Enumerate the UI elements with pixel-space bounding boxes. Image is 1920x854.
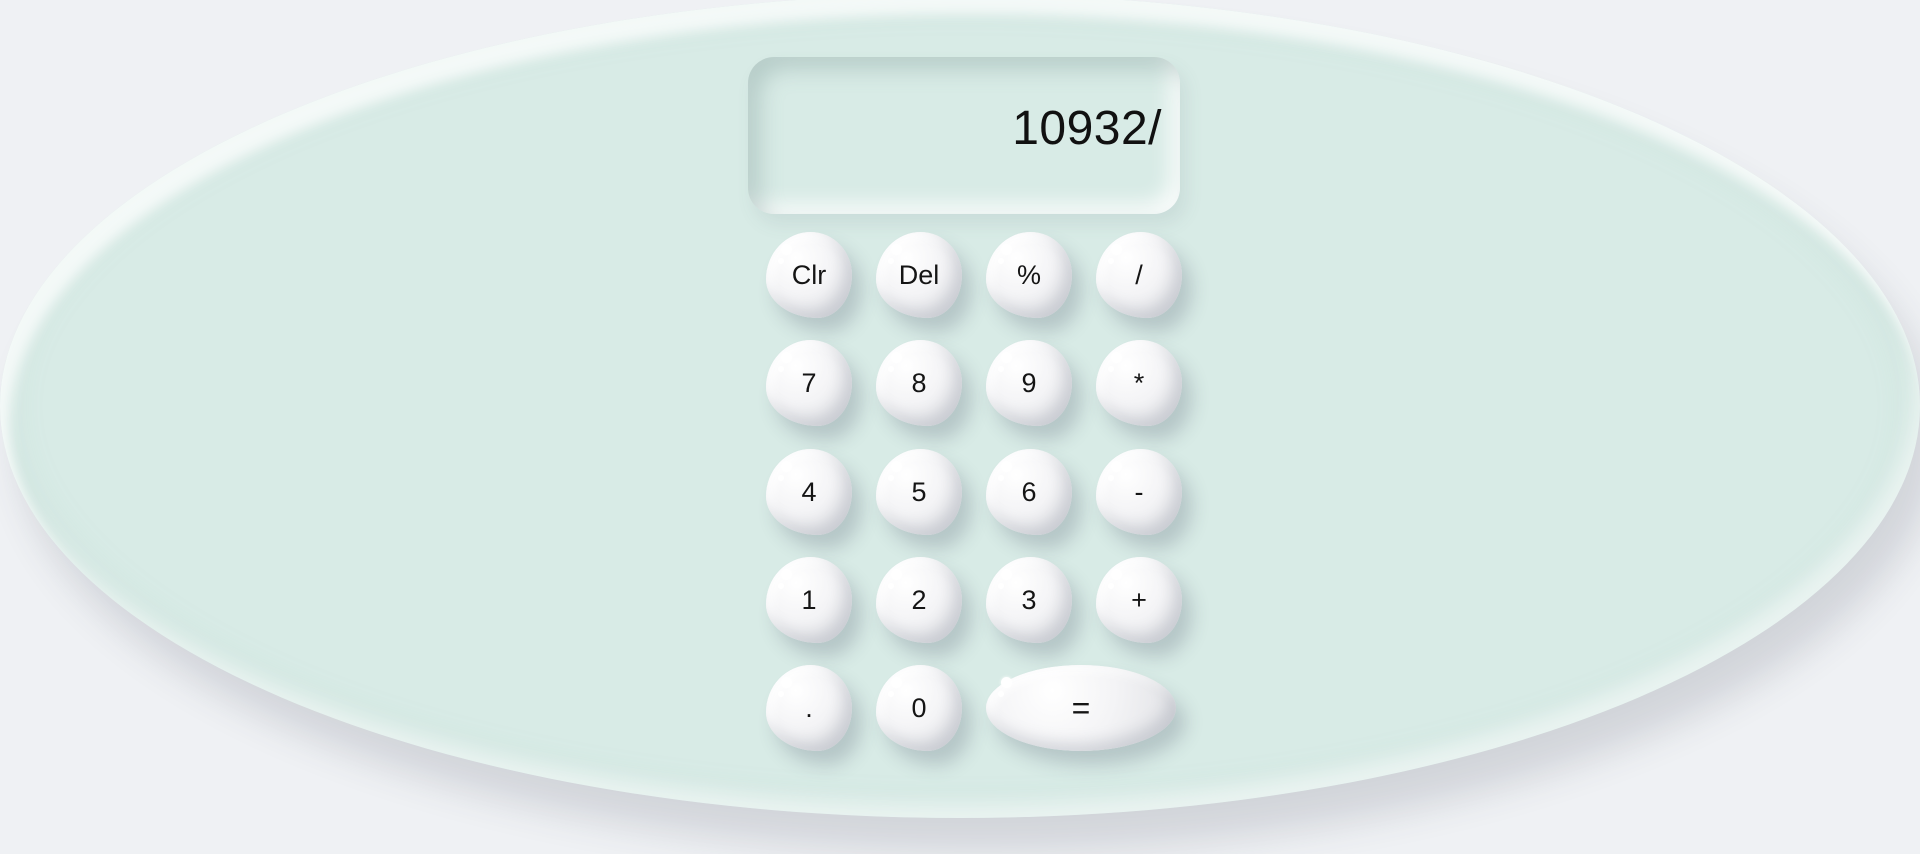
percent-button[interactable]: % (986, 232, 1072, 318)
calculator-display: 10932/ (748, 57, 1180, 214)
clear-button[interactable]: Clr (766, 232, 852, 318)
key-label: 8 (911, 367, 927, 398)
highlight-glint (888, 461, 904, 483)
key-label: Clr (791, 259, 827, 290)
divide-button[interactable]: / (1096, 232, 1182, 318)
key-label: 6 (1021, 476, 1037, 507)
key-label: 7 (801, 367, 817, 398)
subtract-button[interactable]: - (1096, 449, 1182, 535)
digit-1-button[interactable]: 1 (766, 557, 852, 643)
key-label: * (1133, 367, 1145, 398)
highlight-glint (888, 677, 904, 699)
digit-4-button[interactable]: 4 (766, 449, 852, 535)
decimal-point-button[interactable]: . (766, 665, 852, 751)
key-label: 9 (1021, 367, 1037, 398)
key-label: 3 (1021, 584, 1037, 615)
key-label: 5 (911, 476, 927, 507)
key-label: = (1071, 689, 1091, 726)
key-label: . (805, 692, 813, 723)
highlight-glint (998, 569, 1014, 591)
key-label: 4 (801, 476, 817, 507)
highlight-glint (998, 352, 1014, 374)
delete-button[interactable]: Del (876, 232, 962, 318)
key-label: / (1135, 259, 1143, 290)
digit-7-button[interactable]: 7 (766, 340, 852, 426)
highlight-glint (1108, 352, 1124, 374)
key-label: 0 (911, 692, 927, 723)
highlight-glint (888, 569, 904, 591)
highlight-glint (998, 244, 1014, 266)
highlight-glint (778, 677, 794, 699)
highlight-glint (778, 461, 794, 483)
highlight-glint (1108, 569, 1124, 591)
key-label: 1 (801, 584, 817, 615)
key-label: Del (898, 259, 940, 290)
key-label: 2 (911, 584, 927, 615)
digit-8-button[interactable]: 8 (876, 340, 962, 426)
digit-6-button[interactable]: 6 (986, 449, 1072, 535)
key-label: % (1016, 259, 1041, 290)
digit-3-button[interactable]: 3 (986, 557, 1072, 643)
highlight-glint (1108, 461, 1124, 483)
digit-9-button[interactable]: 9 (986, 340, 1072, 426)
key-label: + (1131, 584, 1147, 615)
highlight-glint (888, 352, 904, 374)
digit-2-button[interactable]: 2 (876, 557, 962, 643)
equals-button[interactable]: = (986, 665, 1176, 751)
highlight-glint (998, 461, 1014, 483)
add-button[interactable]: + (1096, 557, 1182, 643)
key-label: - (1134, 476, 1144, 507)
multiply-button[interactable]: * (1096, 340, 1182, 426)
highlight-glint (778, 352, 794, 374)
display-value: 10932/ (1012, 102, 1162, 155)
digit-0-button[interactable]: 0 (876, 665, 962, 751)
digit-5-button[interactable]: 5 (876, 449, 962, 535)
highlight-glint (1108, 244, 1124, 266)
highlight-glint (778, 569, 794, 591)
